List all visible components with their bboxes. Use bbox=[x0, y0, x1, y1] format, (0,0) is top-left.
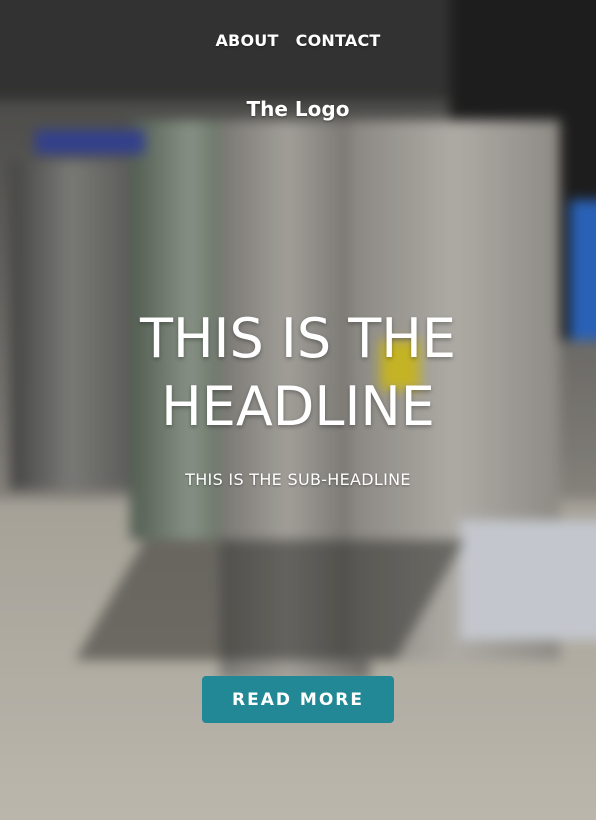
hero-headline: THIS IS THE HEADLINE bbox=[0, 305, 596, 441]
hero-section: ABOUT CONTACT The Logo THIS IS THE HEADL… bbox=[0, 0, 596, 820]
site-logo[interactable]: The Logo bbox=[0, 97, 596, 121]
top-nav: ABOUT CONTACT bbox=[0, 31, 596, 50]
read-more-button[interactable]: READ MORE bbox=[202, 676, 394, 723]
hero-subheadline: THIS IS THE SUB-HEADLINE bbox=[185, 470, 411, 489]
nav-link-about[interactable]: ABOUT bbox=[215, 31, 278, 50]
headline-line-1: THIS IS THE bbox=[139, 307, 457, 370]
nav-link-contact[interactable]: CONTACT bbox=[296, 31, 381, 50]
headline-line-2: HEADLINE bbox=[161, 375, 435, 438]
